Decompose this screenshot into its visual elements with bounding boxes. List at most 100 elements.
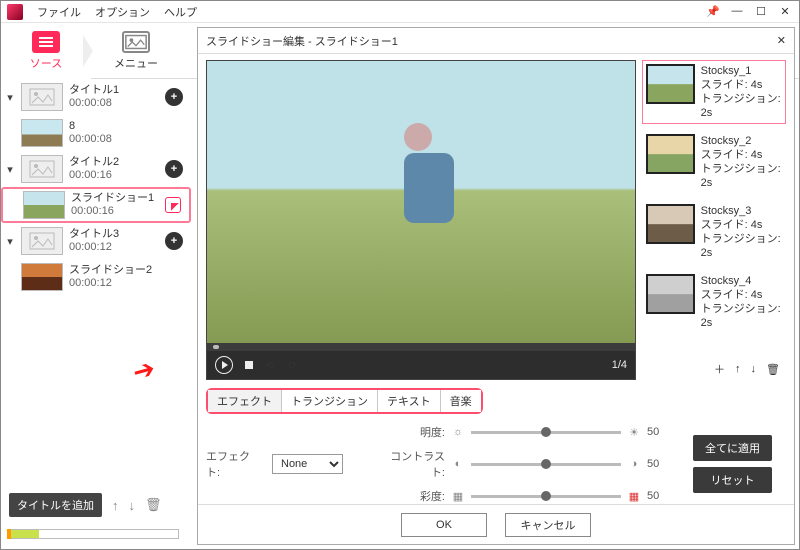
slider-label: 彩度: <box>383 488 445 504</box>
slide-delete-icon[interactable]: 🗑 <box>766 363 780 376</box>
slide-duration: スライド: 4s <box>701 218 782 232</box>
tree-item-dur: 00:00:12 <box>69 241 159 254</box>
preview-frame <box>207 61 635 343</box>
clip-thumb <box>23 191 65 219</box>
slide-down-icon[interactable]: ↓ <box>751 363 757 375</box>
placeholder-thumb <box>21 155 63 183</box>
slide-item[interactable]: Stocksy_2スライド: 4sトランジション: 2s <box>642 130 786 194</box>
reset-button[interactable]: リセット <box>693 467 772 493</box>
slide-thumb <box>646 204 695 244</box>
move-down-icon[interactable]: ↓ <box>129 498 136 513</box>
chevron-down-icon[interactable]: ▾ <box>5 235 15 248</box>
add-button[interactable]: + <box>165 88 183 106</box>
tree-clip[interactable]: スライドショー200:00:12 <box>1 259 191 295</box>
slider-value: 50 <box>647 426 669 438</box>
timeline-track[interactable] <box>207 343 635 351</box>
slide-duration: スライド: 4s <box>701 78 782 92</box>
slide-transition: トランジション: 2s <box>701 162 782 190</box>
slide-name: Stocksy_4 <box>701 274 782 288</box>
brightness-high-icon: ☀ <box>627 426 641 439</box>
menu-help[interactable]: ヘルプ <box>164 4 197 20</box>
slide-thumb <box>646 274 695 314</box>
slider-track[interactable] <box>471 463 621 466</box>
tree-title[interactable]: ▾ タイトル300:00:12 + <box>1 223 191 259</box>
slide-item[interactable]: Stocksy_4スライド: 4sトランジション: 2s <box>642 270 786 334</box>
slide-name: Stocksy_1 <box>701 64 782 78</box>
slideshow-editor-dialog: スライドショー編集 - スライドショー1 ✕ ⟲ ⟳ 1/4 <box>197 27 795 545</box>
add-button[interactable]: + <box>165 232 183 250</box>
tree-item-dur: 00:00:12 <box>69 277 183 290</box>
add-button[interactable]: + <box>165 160 183 178</box>
rotate-left-icon[interactable]: ⟲ <box>265 359 276 372</box>
dialog-title: スライドショー編集 - スライドショー1 <box>206 33 398 49</box>
slide-duration: スライド: 4s <box>701 288 782 302</box>
slide-transition: トランジション: 2s <box>701 232 782 260</box>
clip-thumb <box>21 263 63 291</box>
slide-item[interactable]: Stocksy_3スライド: 4sトランジション: 2s <box>642 200 786 264</box>
menu-file[interactable]: ファイル <box>37 4 81 20</box>
menu-icon <box>122 31 150 53</box>
tree-item-dur: 00:00:16 <box>69 169 159 182</box>
maximize-icon[interactable]: ☐ <box>753 5 769 18</box>
dialog-titlebar: スライドショー編集 - スライドショー1 ✕ <box>198 28 794 54</box>
close-icon[interactable]: ✕ <box>777 5 793 18</box>
chevron-down-icon[interactable]: ▾ <box>5 91 15 104</box>
slide-item[interactable]: Stocksy_1スライド: 4sトランジション: 2s <box>642 60 786 124</box>
slide-thumb <box>646 134 695 174</box>
slide-up-icon[interactable]: ↑ <box>735 363 741 375</box>
cancel-button[interactable]: キャンセル <box>505 513 591 537</box>
preview-image <box>404 123 474 273</box>
slide-transition: トランジション: 2s <box>701 302 782 330</box>
move-up-icon[interactable]: ↑ <box>112 498 119 513</box>
list-icon <box>32 31 60 53</box>
window-controls: 📌 — ☐ ✕ <box>705 5 799 18</box>
nav-tab-menu[interactable]: メニュー <box>91 23 181 79</box>
menubar: ファイル オプション ヘルプ 📌 — ☐ ✕ <box>1 1 799 23</box>
tree-title[interactable]: ▾ タイトル200:00:16 + <box>1 151 191 187</box>
add-slide-icon[interactable]: ＋ <box>714 361 725 377</box>
app-logo <box>7 4 23 20</box>
dialog-close-icon[interactable]: ✕ <box>777 34 786 47</box>
brightness-slider: 明度: ☼ ☀ 50 <box>383 424 669 440</box>
menu-options[interactable]: オプション <box>95 4 150 20</box>
tree-title[interactable]: ▾ タイトル100:00:08 + <box>1 79 191 115</box>
preview-player: ⟲ ⟳ 1/4 <box>206 60 636 380</box>
tree-item-name: スライドショー2 <box>69 264 183 277</box>
add-title-button[interactable]: タイトルを追加 <box>9 493 102 517</box>
tab-text[interactable]: テキスト <box>378 390 441 412</box>
saturation-low-icon: ▦ <box>451 490 465 503</box>
slider-value: 50 <box>647 490 669 502</box>
dialog-footer: OK キャンセル <box>198 504 794 544</box>
minimize-icon[interactable]: — <box>729 5 745 18</box>
contrast-low-icon: ◐ <box>451 458 465 470</box>
brightness-low-icon: ☼ <box>451 426 465 438</box>
stop-icon[interactable] <box>245 361 253 369</box>
tree-clip-selected[interactable]: スライドショー100:00:16 <box>1 187 191 223</box>
rotate-right-icon[interactable]: ⟳ <box>288 359 299 372</box>
play-icon[interactable] <box>215 356 233 374</box>
pin-icon[interactable]: 📌 <box>705 5 721 18</box>
saturation-slider: 彩度: ▦ ▦ 50 <box>383 488 669 504</box>
tree-clip[interactable]: 800:00:08 <box>1 115 191 151</box>
nav-tab-source[interactable]: ソース <box>1 23 91 79</box>
tab-effect[interactable]: エフェクト <box>208 390 282 412</box>
slider-track[interactable] <box>471 495 621 498</box>
slide-transition: トランジション: 2s <box>701 92 782 120</box>
apply-all-button[interactable]: 全てに適用 <box>693 435 772 461</box>
chevron-down-icon[interactable]: ▾ <box>5 163 15 176</box>
slide-list: Stocksy_1スライド: 4sトランジション: 2s Stocksy_2スラ… <box>642 60 786 358</box>
saturation-high-icon: ▦ <box>627 490 641 503</box>
effect-select[interactable]: None <box>272 454 343 474</box>
tree-item-name: タイトル1 <box>69 84 159 97</box>
tab-music[interactable]: 音楽 <box>441 390 481 412</box>
slider-track[interactable] <box>471 431 621 434</box>
nav-tab-menu-label: メニュー <box>114 55 158 71</box>
ok-button[interactable]: OK <box>401 513 487 537</box>
slide-duration: スライド: 4s <box>701 148 782 162</box>
tree-item-name: タイトル3 <box>69 228 159 241</box>
tab-transition[interactable]: トランジション <box>282 390 378 412</box>
trash-icon[interactable]: 🗑 <box>145 497 162 513</box>
edit-icon[interactable] <box>165 197 181 213</box>
effect-label: エフェクト: <box>206 448 262 480</box>
tree-item-dur: 00:00:08 <box>69 97 159 110</box>
